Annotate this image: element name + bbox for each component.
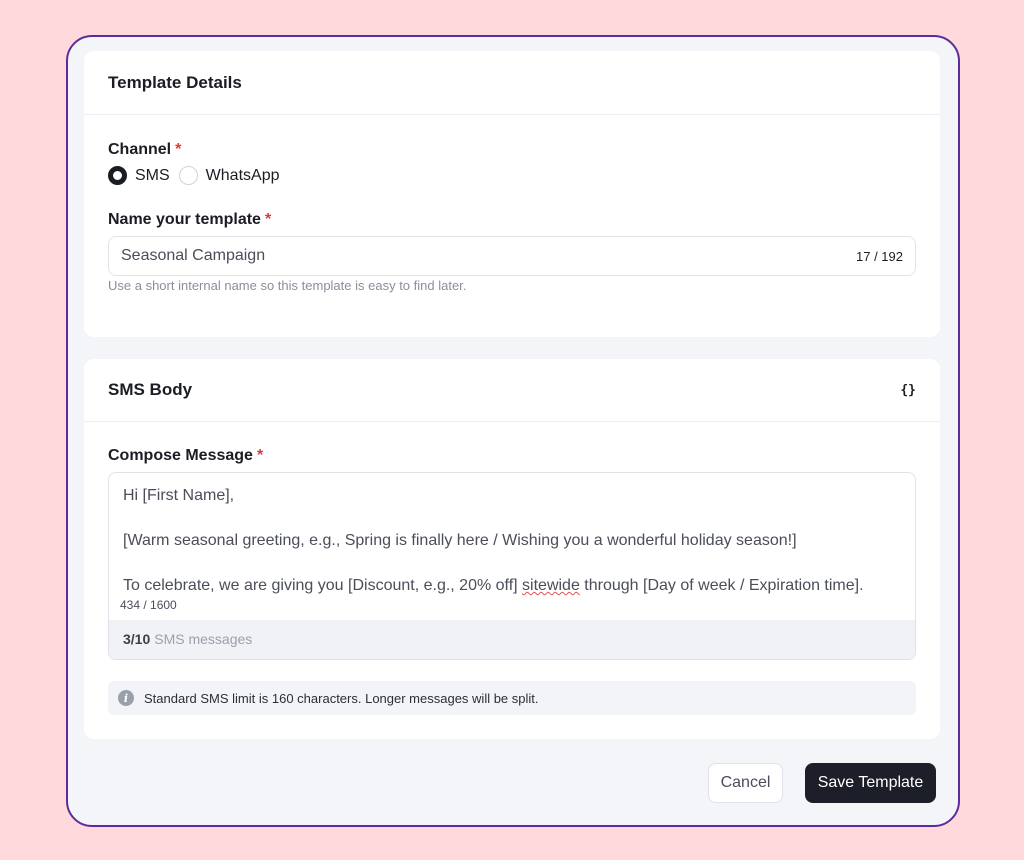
required-asterisk: * (175, 141, 182, 158)
message-line-greeting: Hi [First Name], (123, 487, 235, 504)
template-editor-window: Template Details Channel * SMS WhatsApp N… (66, 35, 960, 827)
channel-label-text: Channel (108, 141, 172, 158)
template-name-value[interactable]: Seasonal Campaign (121, 247, 265, 265)
template-details-title: Template Details (108, 72, 242, 92)
sms-body-card: SMS Body {} Compose Message * Hi [First N… (84, 359, 940, 739)
message-line-offer: To celebrate, we are giving you [Discoun… (123, 575, 901, 598)
message-blank-line (123, 508, 901, 531)
sms-limit-info: i Standard SMS limit is 160 characters. … (108, 681, 916, 715)
template-details-card: Template Details Channel * SMS WhatsApp N… (84, 51, 940, 337)
channel-radio-group: SMS WhatsApp (108, 166, 288, 185)
template-name-hint: Use a short internal name so this templa… (108, 278, 467, 293)
channel-option-label: WhatsApp (205, 166, 280, 184)
template-name-char-count: 17 / 192 (856, 248, 903, 264)
offer-text-end: through [Day of week / Expiration time]. (579, 577, 864, 594)
compose-message-text[interactable]: Hi [First Name], [Warm seasonal greeting… (109, 473, 915, 598)
required-asterisk: * (264, 211, 272, 228)
insert-variable-icon[interactable]: {} (900, 383, 916, 398)
sms-limit-info-text: Standard SMS limit is 160 characters. Lo… (144, 690, 539, 706)
save-template-button[interactable]: Save Template (805, 763, 936, 803)
sms-body-title: SMS Body (108, 380, 193, 399)
required-asterisk: * (256, 447, 264, 464)
channel-option-sms[interactable]: SMS (108, 166, 170, 185)
sms-segment-count: 3/10 (123, 631, 151, 647)
compose-message-label: Compose Message * (108, 447, 263, 465)
radio-selected-icon[interactable] (108, 166, 127, 185)
compose-message-label-text: Compose Message (108, 447, 253, 464)
cancel-button[interactable]: Cancel (708, 763, 783, 803)
compose-message-textarea[interactable]: Hi [First Name], [Warm seasonal greeting… (108, 472, 916, 660)
channel-option-label: SMS (135, 166, 170, 184)
message-blank-line (123, 553, 901, 576)
form-actions: Cancel Save Template (708, 763, 936, 803)
page-background: Template Details Channel * SMS WhatsApp N… (0, 0, 1024, 860)
sms-segment-footer: 3/10 SMS messages (109, 620, 915, 659)
template-name-input[interactable]: Seasonal Campaign 17 / 192 (108, 236, 916, 276)
spellcheck-word: sitewide (522, 577, 580, 594)
compose-char-count: 434 / 1600 (120, 598, 177, 612)
offer-text-start: To celebrate, we are giving you [Discoun… (123, 577, 523, 594)
message-line-seasonal: [Warm seasonal greeting, e.g., Spring is… (123, 532, 797, 549)
template-details-header: Template Details (84, 51, 940, 115)
sms-body-header: SMS Body {} (84, 359, 940, 422)
info-icon: i (118, 690, 134, 706)
radio-unselected-icon[interactable] (178, 166, 198, 185)
template-name-label-text: Name your template (108, 211, 261, 228)
channel-label: Channel * (108, 141, 181, 159)
channel-option-whatsapp[interactable]: WhatsApp (178, 166, 280, 185)
template-name-label: Name your template * (108, 211, 271, 229)
sms-segment-label: SMS messages (154, 631, 253, 647)
